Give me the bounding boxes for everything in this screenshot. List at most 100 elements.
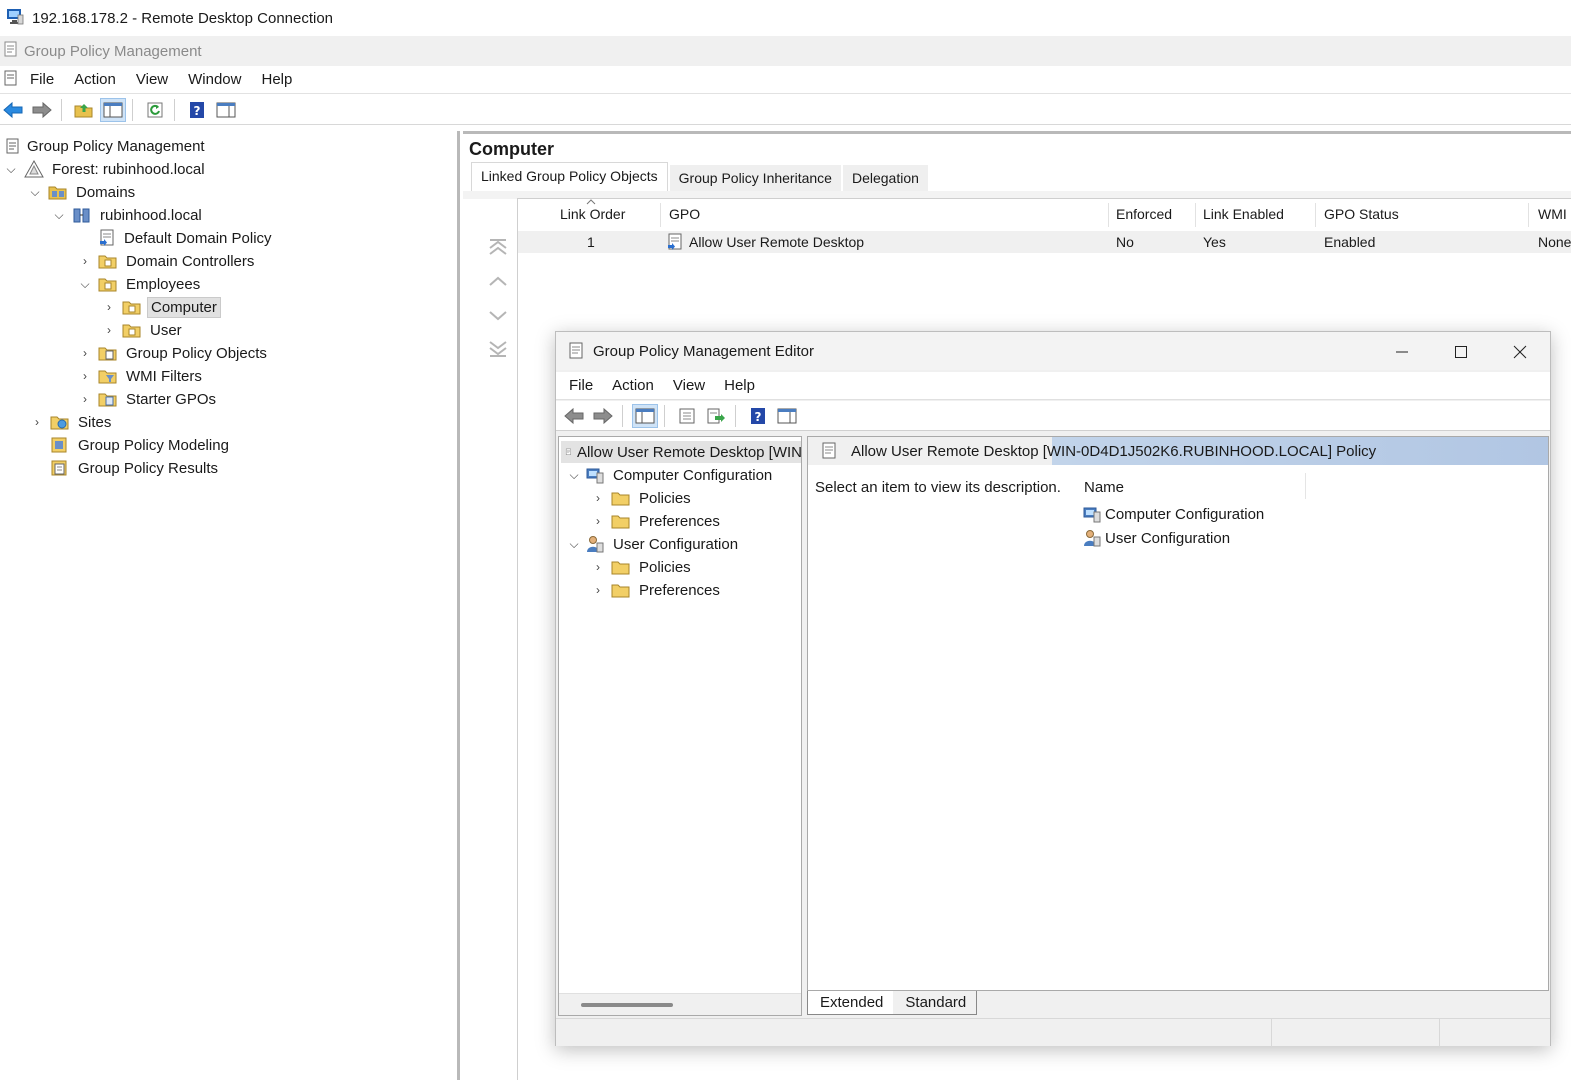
- menu-action[interactable]: Action: [74, 71, 116, 88]
- move-to-top-button[interactable]: [483, 230, 513, 264]
- chevron-right-icon[interactable]: ›: [30, 415, 44, 429]
- gpme-tree-item-uc-policies[interactable]: › Policies: [591, 556, 694, 578]
- tab-delegation[interactable]: Delegation: [842, 165, 928, 191]
- gpm-app-icon: [2, 40, 20, 62]
- minimize-icon: [1396, 351, 1408, 353]
- main-menubar: File Action View Window Help: [0, 66, 1571, 94]
- details-title: Computer: [469, 139, 554, 159]
- gpme-tree-item-root[interactable]: Allow User Remote Desktop [WIN: [561, 441, 801, 463]
- tree-item-gp-modeling[interactable]: Group Policy Modeling: [50, 434, 232, 456]
- tree-label: rubinhood.local: [100, 206, 202, 224]
- gpme-forward-button[interactable]: [590, 404, 616, 428]
- tree-item-wmi-filters[interactable]: › WMI Filters: [78, 365, 205, 387]
- tree-item-user[interactable]: › User: [102, 319, 185, 341]
- tree-item-employees[interactable]: ⌵ Employees: [78, 273, 203, 295]
- gpme-tree-item-cc-policies[interactable]: › Policies: [591, 487, 694, 509]
- tree-item-gp-results[interactable]: Group Policy Results: [50, 457, 221, 479]
- toolbar-separator: [132, 98, 133, 121]
- chevron-down-icon[interactable]: ⌵: [28, 185, 42, 199]
- tree-item-sites[interactable]: › Sites: [30, 411, 114, 433]
- up-folder-button[interactable]: [71, 98, 97, 122]
- chevron-right-icon[interactable]: ›: [78, 369, 92, 383]
- forward-button[interactable]: [29, 98, 55, 122]
- tree-item-forest[interactable]: ⌵ Forest: rubinhood.local: [4, 158, 208, 180]
- gpme-help-button[interactable]: ?: [745, 404, 771, 428]
- gpme-window: Group Policy Management Editor File Acti…: [555, 331, 1551, 1047]
- gpme-tree-item-uc-preferences[interactable]: › Preferences: [591, 579, 723, 601]
- tab-gp-inheritance[interactable]: Group Policy Inheritance: [669, 165, 841, 191]
- tree-label: Computer Configuration: [613, 466, 773, 484]
- gpme-export-button[interactable]: [703, 404, 729, 428]
- gpme-menu-file[interactable]: File: [569, 377, 593, 394]
- minimize-button[interactable]: [1379, 338, 1425, 366]
- chevron-right-icon[interactable]: ›: [78, 254, 92, 268]
- table-row[interactable]: 1 Allow User Remote Desktop No Yes Enabl…: [518, 231, 1571, 253]
- col-wmi[interactable]: WMI: [1538, 206, 1567, 222]
- tree-item-domains[interactable]: ⌵ Domains: [28, 181, 138, 203]
- gpme-menu-action[interactable]: Action: [612, 377, 654, 394]
- scrollbar-thumb[interactable]: [581, 1003, 673, 1007]
- list-item-computer-config[interactable]: Computer Configuration: [1082, 503, 1264, 525]
- menu-window[interactable]: Window: [188, 71, 241, 88]
- domain-icon: [73, 208, 90, 223]
- col-gpo[interactable]: GPO: [669, 206, 700, 222]
- tab-linked-gpos[interactable]: Linked Group Policy Objects: [471, 162, 668, 191]
- gpme-back-button[interactable]: [561, 404, 587, 428]
- tree-item-gpm-root[interactable]: Group Policy Management: [4, 135, 208, 157]
- show-action-pane-button[interactable]: [213, 98, 239, 122]
- chevron-down-icon[interactable]: ⌵: [567, 537, 581, 551]
- gpme-tree-item-computer-config[interactable]: ⌵ Computer Configuration: [567, 464, 775, 486]
- col-link-order[interactable]: Link Order: [560, 206, 625, 222]
- chevron-down-icon[interactable]: ⌵: [567, 468, 581, 482]
- gpme-properties-button[interactable]: [674, 404, 700, 428]
- back-button[interactable]: [0, 98, 26, 122]
- export-list-icon: [707, 408, 725, 423]
- gpo-folder-icon: [98, 347, 117, 361]
- chevron-right-icon[interactable]: ›: [591, 583, 605, 597]
- move-to-bottom-button[interactable]: [483, 332, 513, 366]
- chevron-down-icon[interactable]: ⌵: [52, 208, 66, 222]
- col-link-enabled[interactable]: Link Enabled: [1203, 206, 1284, 222]
- tree-label: Forest: rubinhood.local: [52, 160, 205, 178]
- gpme-action-pane-button[interactable]: [774, 404, 800, 428]
- menu-help[interactable]: Help: [261, 71, 292, 88]
- tab-standard[interactable]: Standard: [893, 991, 978, 1015]
- horizontal-scrollbar[interactable]: [559, 993, 801, 1015]
- maximize-button[interactable]: [1438, 338, 1484, 366]
- gpme-tree-item-user-config[interactable]: ⌵ User Configuration: [567, 533, 741, 555]
- show-hide-console-tree-button[interactable]: [100, 97, 126, 122]
- menu-view[interactable]: View: [136, 71, 168, 88]
- refresh-button[interactable]: [142, 98, 168, 122]
- chevron-down-icon[interactable]: ⌵: [78, 277, 92, 291]
- list-item-user-config[interactable]: User Configuration: [1082, 527, 1230, 549]
- tree-item-domain-rubinhood[interactable]: ⌵ rubinhood.local: [52, 204, 205, 226]
- col-enforced[interactable]: Enforced: [1116, 206, 1172, 222]
- back-arrow-icon: [564, 407, 584, 424]
- chevron-right-icon[interactable]: ›: [591, 491, 605, 505]
- gpme-menu-help[interactable]: Help: [724, 377, 755, 394]
- chevron-down-icon[interactable]: ⌵: [4, 162, 18, 176]
- chevron-right-icon[interactable]: ›: [591, 514, 605, 528]
- tree-item-gpo-objects[interactable]: › Group Policy Objects: [78, 342, 270, 364]
- col-name[interactable]: Name: [1084, 479, 1124, 496]
- help-button[interactable]: ?: [184, 98, 210, 122]
- tree-item-domain-controllers[interactable]: › Domain Controllers: [78, 250, 257, 272]
- col-gpo-status[interactable]: GPO Status: [1324, 206, 1399, 222]
- tree-item-computer[interactable]: › Computer: [102, 296, 221, 318]
- tree-item-default-domain-policy[interactable]: Default Domain Policy: [98, 227, 275, 249]
- tree-label: User: [150, 321, 182, 339]
- menu-file[interactable]: File: [30, 71, 54, 88]
- chevron-right-icon[interactable]: ›: [102, 323, 116, 337]
- close-button[interactable]: [1497, 338, 1543, 366]
- chevron-right-icon[interactable]: ›: [78, 392, 92, 406]
- chevron-right-icon[interactable]: ›: [102, 300, 116, 314]
- gpme-console-tree-button[interactable]: [632, 403, 658, 428]
- chevron-right-icon[interactable]: ›: [78, 346, 92, 360]
- gpme-menu-view[interactable]: View: [673, 377, 705, 394]
- gpme-tree-item-cc-preferences[interactable]: › Preferences: [591, 510, 723, 532]
- chevron-right-icon[interactable]: ›: [591, 560, 605, 574]
- move-up-button[interactable]: [483, 264, 513, 298]
- move-down-button[interactable]: [483, 298, 513, 332]
- tree-item-starter-gpos[interactable]: › Starter GPOs: [78, 388, 219, 410]
- tab-extended[interactable]: Extended: [807, 991, 894, 1015]
